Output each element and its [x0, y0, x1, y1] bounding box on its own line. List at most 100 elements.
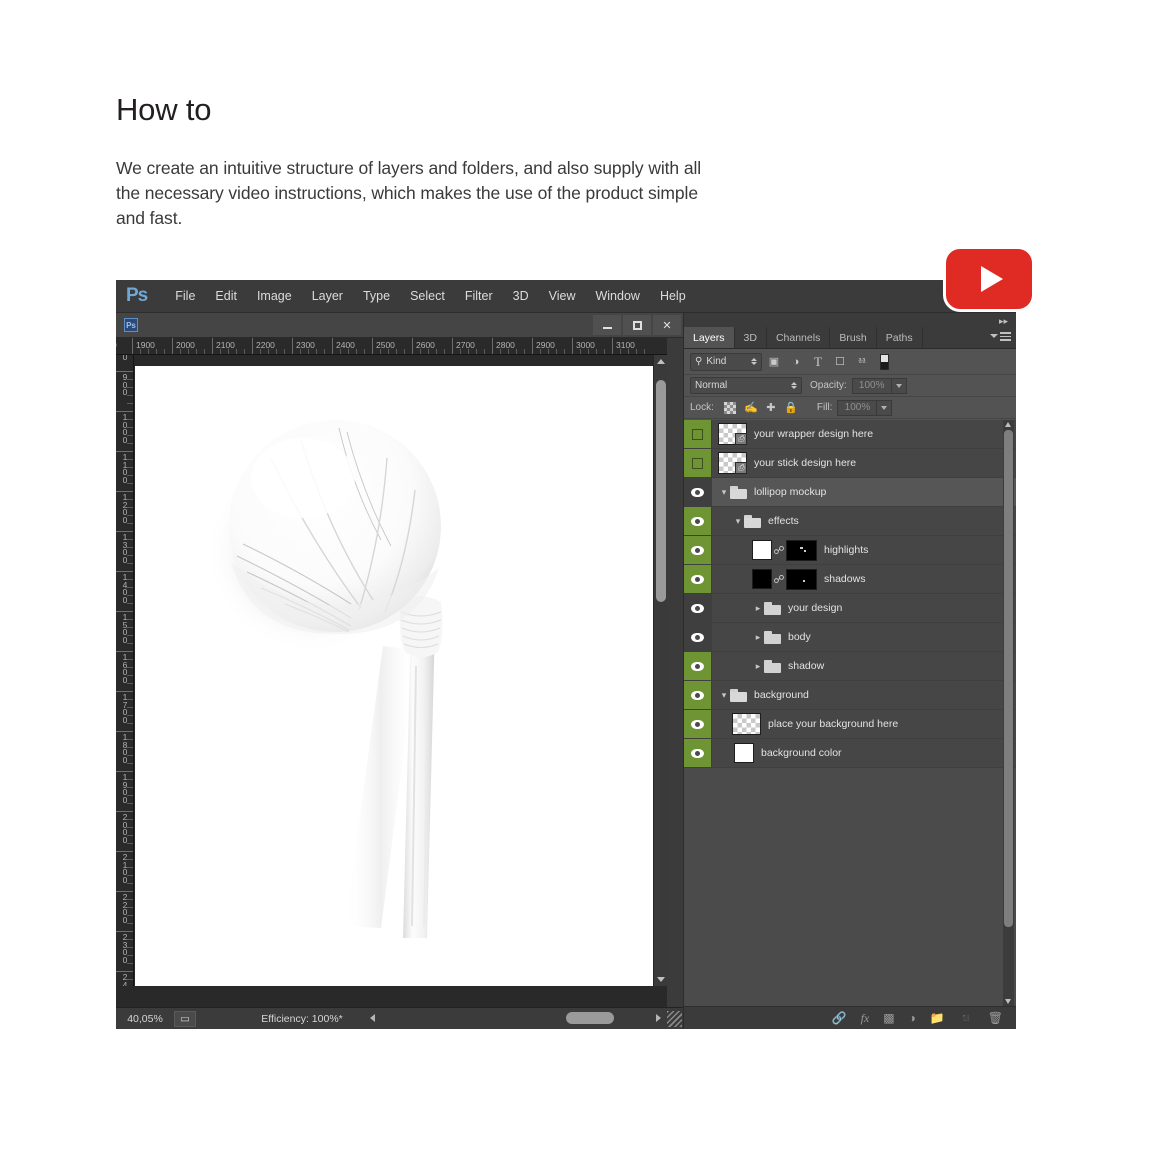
horizontal-ruler[interactable]: 1900 2000 2100 2200 2300 2400 2500 2600 2700 2800… [116, 338, 683, 355]
menu-item-layer[interactable]: Layer [302, 286, 353, 306]
visibility-toggle[interactable] [684, 420, 712, 448]
collapse-panel-icon[interactable]: ▸▸ [999, 316, 1008, 327]
scroll-left-arrow-icon[interactable] [370, 1014, 375, 1022]
new-group-icon[interactable]: 📁 [930, 1011, 945, 1025]
lock-position-icon[interactable]: ✚ [761, 400, 781, 416]
layer-thumbnail[interactable] [734, 743, 754, 763]
panel-scroll-down-icon[interactable] [1005, 999, 1011, 1004]
group-expand-icon[interactable]: ▾ [718, 690, 730, 701]
panel-collapse-bar[interactable]: ▸▸ [684, 313, 1016, 327]
scroll-down-arrow-icon[interactable] [657, 977, 665, 982]
layer-row-lollipop-mockup[interactable]: ▾ lollipop mockup [684, 478, 1016, 507]
canvas-vertical-scroll-thumb[interactable] [656, 380, 666, 602]
visibility-toggle[interactable] [684, 652, 712, 680]
tab-paths[interactable]: Paths [876, 327, 923, 348]
new-layer-icon[interactable]: ◾ [959, 1011, 974, 1025]
mask-link-icon[interactable]: ☍ [772, 573, 786, 586]
menu-item-image[interactable]: Image [247, 286, 302, 306]
layer-thumbnail[interactable]: ⎙ [718, 423, 747, 445]
kind-stepper-icon[interactable] [751, 358, 757, 365]
layer-row-stick-design[interactable]: ⎙ your stick design here [684, 449, 1016, 478]
visibility-toggle[interactable] [684, 594, 712, 622]
layer-thumbnail[interactable] [752, 569, 772, 589]
menu-item-view[interactable]: View [539, 286, 586, 306]
group-collapse-icon[interactable]: ▸ [752, 603, 764, 614]
layer-row-highlights[interactable]: ☍ highlights [684, 536, 1016, 565]
layers-scroll-thumb[interactable] [1004, 430, 1013, 927]
visibility-toggle[interactable] [684, 623, 712, 651]
link-layers-icon[interactable]: 🔗 [832, 1011, 847, 1025]
menu-item-help[interactable]: Help [650, 286, 696, 306]
visibility-toggle[interactable] [684, 478, 712, 506]
layer-mask-thumbnail[interactable] [786, 568, 817, 590]
add-mask-icon[interactable]: ▩ [883, 1011, 894, 1025]
canvas-artboard[interactable] [135, 366, 667, 986]
menu-item-select[interactable]: Select [400, 286, 455, 306]
layers-vertical-scrollbar[interactable] [1003, 420, 1014, 1006]
group-collapse-icon[interactable]: ▸ [752, 661, 764, 672]
close-button[interactable]: ✕ [653, 315, 681, 335]
canvas-horizontal-scrollbar[interactable] [366, 1008, 665, 1028]
layer-style-fx-icon[interactable]: fx [861, 1011, 870, 1026]
delete-layer-icon[interactable]: 🗑 [988, 1011, 1003, 1025]
visibility-toggle[interactable] [684, 536, 712, 564]
layer-thumbnail[interactable]: ⎙ [718, 452, 747, 474]
layer-list[interactable]: ⎙ your wrapper design here ⎙ your stick … [684, 420, 1016, 1006]
minimize-button[interactable] [593, 315, 621, 335]
layer-row-place-background[interactable]: place your background here [684, 710, 1016, 739]
resize-grip-icon[interactable] [667, 1011, 682, 1027]
tab-layers[interactable]: Layers [684, 327, 735, 348]
group-expand-icon[interactable]: ▾ [718, 487, 730, 498]
menu-item-edit[interactable]: Edit [205, 286, 247, 306]
adjustment-layer-icon[interactable]: ◑ [909, 1011, 916, 1025]
visibility-toggle[interactable] [684, 739, 712, 767]
smart-object-filter-icon[interactable]: ⎂ [852, 353, 872, 371]
lock-all-icon[interactable]: 🔒 [781, 400, 801, 416]
menu-item-type[interactable]: Type [353, 286, 400, 306]
shape-layer-filter-icon[interactable]: ☐ [830, 353, 850, 371]
layer-mask-thumbnail[interactable] [786, 539, 817, 561]
opacity-dropdown-icon[interactable] [891, 377, 907, 394]
scroll-right-arrow-icon[interactable] [656, 1014, 661, 1022]
zoom-level-value[interactable]: 40,05% [116, 1013, 174, 1025]
fill-value[interactable]: 100% [837, 399, 878, 416]
canvas-vertical-scrollbar[interactable] [653, 355, 667, 986]
pixel-layer-filter-icon[interactable]: ▣ [764, 353, 784, 371]
visibility-toggle[interactable] [684, 565, 712, 593]
panel-menu-icon[interactable] [990, 332, 1011, 341]
tab-brush[interactable]: Brush [830, 327, 877, 348]
layer-thumbnail[interactable] [732, 713, 761, 735]
layer-row-effects[interactable]: ▾ effects [684, 507, 1016, 536]
filter-toggle-icon[interactable] [880, 353, 889, 370]
canvas-horizontal-scroll-thumb[interactable] [566, 1012, 614, 1024]
visibility-toggle[interactable] [684, 507, 712, 535]
youtube-play-badge[interactable] [943, 246, 1035, 312]
mask-link-icon[interactable]: ☍ [772, 544, 786, 557]
menu-item-window[interactable]: Window [585, 286, 649, 306]
vertical-ruler[interactable]: 0900100011001200130014001500160017001800… [116, 355, 134, 986]
visibility-toggle[interactable] [684, 449, 712, 477]
canvas-viewport[interactable] [135, 355, 667, 986]
blend-stepper-icon[interactable] [791, 382, 797, 389]
layer-row-background-color[interactable]: background color [684, 739, 1016, 768]
group-collapse-icon[interactable]: ▸ [752, 632, 764, 643]
menu-item-file[interactable]: File [165, 286, 205, 306]
layer-row-body[interactable]: ▸ body [684, 623, 1016, 652]
layer-row-your-design[interactable]: ▸ your design [684, 594, 1016, 623]
menu-item-filter[interactable]: Filter [455, 286, 503, 306]
visibility-toggle[interactable] [684, 710, 712, 738]
lock-transparency-icon[interactable] [723, 401, 736, 414]
blend-mode-select[interactable]: Normal [690, 377, 802, 394]
tab-3d[interactable]: 3D [734, 327, 767, 348]
layer-row-wrapper-design[interactable]: ⎙ your wrapper design here [684, 420, 1016, 449]
maximize-button[interactable] [623, 315, 651, 335]
document-info-icon[interactable]: ▭ [174, 1010, 196, 1027]
panel-scroll-up-icon[interactable] [1005, 422, 1011, 427]
scroll-up-arrow-icon[interactable] [657, 359, 665, 364]
filter-kind-select[interactable]: ⚲ Kind [690, 352, 762, 371]
layer-row-background-group[interactable]: ▾ background [684, 681, 1016, 710]
layer-row-shadow[interactable]: ▸ shadow [684, 652, 1016, 681]
adjustment-layer-filter-icon[interactable]: ◑ [786, 353, 806, 371]
group-expand-icon[interactable]: ▾ [732, 516, 744, 527]
layer-thumbnail[interactable] [752, 540, 772, 560]
